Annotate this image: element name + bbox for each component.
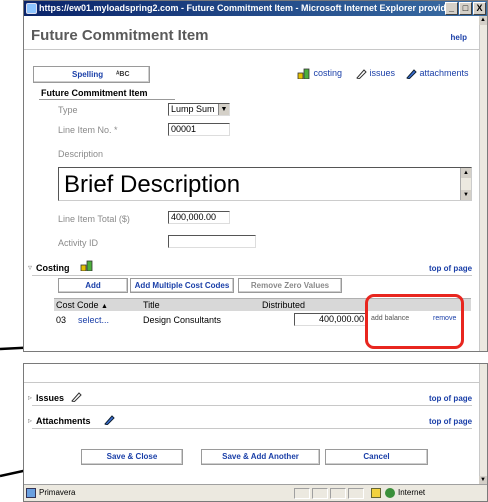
column-header-title[interactable]: Title — [143, 300, 160, 310]
line-item-no-input[interactable]: 00001 — [168, 123, 230, 136]
save-close-button[interactable]: Save & Close — [81, 449, 183, 465]
globe-icon — [385, 488, 395, 498]
add-multiple-cost-codes-button[interactable]: Add Multiple Cost Codes — [130, 278, 234, 293]
line-item-total-input[interactable]: 400,000.00 — [168, 211, 230, 224]
maximize-button[interactable]: □ — [459, 2, 472, 15]
costing-top-of-page-link[interactable]: top of page — [429, 264, 472, 273]
internet-explorer-icon — [26, 3, 37, 14]
lock-icon — [371, 488, 381, 498]
save-add-another-button[interactable]: Save & Add Another — [201, 449, 320, 465]
spelling-icon: ᴬBC — [116, 71, 130, 78]
title-bar: https://ew01.myloadspring2.com - Future … — [24, 1, 487, 16]
cancel-button[interactable]: Cancel — [325, 449, 428, 465]
activity-id-label: Activity ID — [58, 238, 99, 248]
remove-zero-values-button[interactable]: Remove Zero Values — [238, 278, 342, 293]
issues-top-of-page-link[interactable]: top of page — [429, 394, 472, 403]
costing-icon — [297, 68, 310, 80]
page-scrollbar[interactable]: ▲ — [479, 16, 487, 351]
type-label: Type — [58, 105, 78, 115]
title-cell: Design Consultants — [143, 315, 222, 325]
attachments-icon — [406, 69, 417, 80]
browser-window-top: https://ew01.myloadspring2.com - Future … — [23, 0, 488, 352]
help-link[interactable]: help — [451, 33, 467, 42]
issues-section-icon — [71, 392, 82, 402]
cost-code-header-label: Cost Code — [56, 300, 99, 310]
form-section-divider — [39, 99, 175, 100]
cost-code-cell: 03 — [56, 315, 67, 325]
status-cell-3 — [330, 488, 346, 499]
scroll-down-icon[interactable]: ▼ — [461, 190, 471, 200]
add-button[interactable]: Add — [58, 278, 128, 293]
attachments-toolbar-link[interactable]: attachments — [405, 68, 469, 80]
attachments-section-icon — [104, 415, 115, 425]
attachments-section-title: Attachments — [36, 416, 91, 426]
browser-window-bottom: ▹ Issues top of page ▹ Attachments top o… — [23, 363, 488, 502]
description-scrollbar[interactable]: ▲ ▼ — [460, 168, 471, 200]
status-cell-1 — [294, 488, 310, 499]
description-textarea[interactable]: Brief Description ▲ ▼ — [58, 167, 472, 201]
window-controls: _ □ X — [445, 2, 486, 15]
issues-icon — [356, 69, 367, 80]
chevron-down-icon[interactable]: ▼ — [218, 104, 229, 115]
attachments-top-of-page-link[interactable]: top of page — [429, 417, 472, 426]
sort-up-icon: ▲ — [101, 303, 108, 310]
scroll-up-icon[interactable]: ▲ — [461, 168, 471, 178]
page-scrollbar-bottom[interactable]: ▼ — [479, 364, 487, 485]
costing-toolbar-link[interactable]: costing — [297, 68, 343, 80]
zone-text: Internet — [398, 488, 426, 497]
annotation-highlight-box — [365, 294, 464, 349]
select-cost-code-link[interactable]: select... — [78, 315, 109, 325]
page-title: Future Commitment Item — [31, 27, 209, 44]
attachments-divider — [32, 428, 472, 429]
issues-toolbar-link[interactable]: issues — [355, 68, 396, 80]
status-bar: Primavera Internet — [24, 484, 487, 501]
form-section-title: Future Commitment Item — [41, 88, 148, 98]
activity-id-input[interactable] — [168, 235, 256, 248]
costing-divider — [32, 275, 472, 276]
status-cell-2 — [312, 488, 328, 499]
page-scroll-up-icon[interactable]: ▲ — [479, 16, 487, 25]
close-button[interactable]: X — [473, 2, 486, 15]
column-header-cost-code[interactable]: Cost Code ▲ — [56, 300, 108, 310]
type-select-value: Lump Sum — [171, 104, 215, 114]
spelling-button[interactable]: Spelling ᴬBC — [33, 66, 150, 83]
column-header-distributed[interactable]: Distributed — [262, 300, 305, 310]
spelling-label: Spelling — [72, 70, 104, 79]
issues-divider — [32, 405, 472, 406]
top-divider — [24, 382, 480, 383]
description-label: Description — [58, 149, 104, 159]
status-text: Primavera — [39, 488, 76, 497]
line-item-total-label: Line Item Total ($) — [58, 214, 130, 224]
issues-section-title: Issues — [36, 393, 65, 403]
costing-section-title: Costing — [36, 263, 70, 273]
window-title: https://ew01.myloadspring2.com - Future … — [39, 3, 467, 13]
page-status-icon — [26, 488, 36, 498]
issues-toolbar-label: issues — [369, 68, 396, 78]
line-item-no-label: Line Item No. * — [58, 125, 118, 135]
heading-divider — [24, 49, 480, 50]
attachments-toolbar-label: attachments — [419, 68, 469, 78]
costing-section-icon — [80, 260, 93, 271]
distributed-input[interactable]: 400,000.00 — [294, 313, 367, 326]
description-text: Brief Description — [64, 171, 241, 198]
minimize-button[interactable]: _ — [445, 2, 458, 15]
costing-toolbar-label: costing — [313, 68, 343, 78]
status-cell-4 — [348, 488, 364, 499]
type-select[interactable]: Lump Sum ▼ — [168, 103, 230, 116]
